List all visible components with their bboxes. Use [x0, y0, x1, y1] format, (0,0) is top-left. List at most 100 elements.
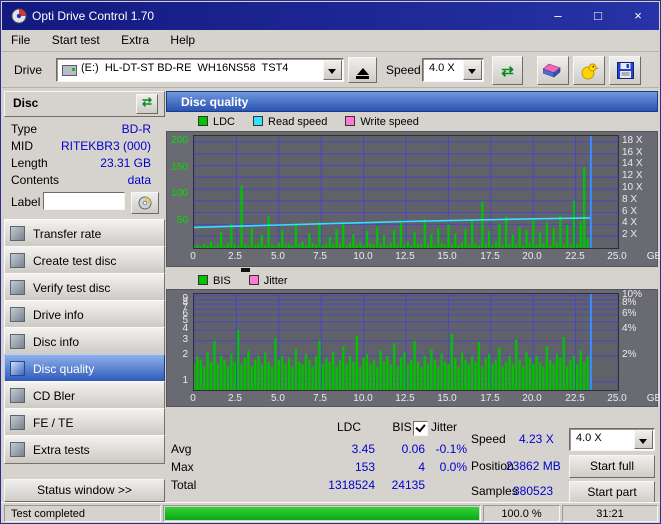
refresh-button[interactable]: ⇄	[492, 56, 523, 85]
stats-column-jitter: Jitter	[431, 420, 458, 434]
avg-jitter-value: -0.1%	[435, 442, 467, 456]
write-label-button[interactable]	[131, 192, 159, 214]
sidebar-item-fe-te[interactable]: FE / TE	[4, 408, 165, 437]
disc-mid-label: MID	[11, 139, 33, 153]
menu-bar: File Start test Extra Help	[2, 30, 659, 52]
sidebar-item-label: Drive info	[33, 307, 84, 322]
max-ldc-value: 153	[354, 460, 375, 474]
avg-ldc-value: 3.45	[351, 442, 375, 456]
label-input[interactable]	[43, 192, 125, 210]
transfer-rate-icon	[10, 226, 25, 241]
sidebar-item-transfer-rate[interactable]: Transfer rate	[4, 219, 165, 248]
jitter-legend-label: Jitter	[263, 275, 288, 287]
progress-fill	[165, 507, 479, 520]
sidebar-item-label: Create test disc	[33, 253, 117, 268]
page-title: Disc quality	[166, 91, 658, 112]
drive-select[interactable]: (E:) HL-DT-ST BD-RE WH16NS58 TST4	[56, 58, 344, 82]
stats-row-avg-label: Avg	[171, 442, 192, 456]
ldc-chart-legend: LDC Read speed Write speed	[166, 114, 658, 130]
close-button[interactable]: ×	[625, 5, 651, 27]
disc-type-label: Type	[11, 122, 38, 136]
total-ldc-value: 1318524	[328, 478, 375, 492]
window-title: Opti Drive Control 1.70	[32, 9, 155, 23]
duck-icon	[581, 63, 599, 79]
disc-refresh-button[interactable]: ⇄	[136, 94, 158, 114]
bis-jitter-chart: 1 2 3 4 5 6 7 8 9 2% 4% 6% 8% 10% 0 2.5 5.0 7.5 10.0 12.5 15…	[166, 289, 660, 407]
pane-splitter-handle[interactable]	[241, 268, 250, 272]
test-speed-select-value: 4.0 X	[576, 432, 602, 444]
speed-select-arrow[interactable]	[463, 60, 482, 80]
progress-bar	[163, 505, 481, 522]
disc-contents-value[interactable]: data	[128, 173, 151, 187]
position-stat-value: 23862 MB	[506, 459, 561, 473]
maximize-button[interactable]: □	[585, 5, 611, 27]
sidebar-item-cd-bler[interactable]: CD Bler	[4, 381, 165, 410]
disc-length-label: Length	[11, 156, 48, 170]
start-full-button[interactable]: Start full	[569, 455, 655, 478]
ldc-chart-plot	[193, 135, 619, 249]
erase-disc-button[interactable]	[537, 56, 569, 85]
duck-tool-button[interactable]	[573, 56, 605, 85]
disc-info-icon	[10, 334, 25, 349]
start-part-button[interactable]: Start part	[569, 481, 655, 504]
menu-file[interactable]: File	[2, 30, 39, 51]
title-bar: Opti Drive Control 1.70 – □ ×	[2, 2, 659, 30]
chevron-down-icon	[328, 69, 336, 78]
save-icon	[616, 62, 634, 79]
menu-extra[interactable]: Extra	[112, 30, 158, 51]
ldc-speed-chart: 50 100 150 200 2 X4 X6 X8 X 10 X 12 X 14 X 16 X1…	[166, 131, 660, 267]
cd-bler-icon	[10, 388, 25, 403]
write-speed-legend-label: Write speed	[360, 116, 419, 128]
menu-help[interactable]: Help	[161, 30, 204, 51]
sidebar-item-verify-test-disc[interactable]: Verify test disc	[4, 273, 165, 302]
save-button[interactable]	[609, 56, 641, 85]
drive-select-arrow[interactable]	[323, 60, 342, 80]
toolbar: Drive (E:) HL-DT-ST BD-RE WH16NS58 TST4 …	[2, 52, 659, 88]
eraser-icon	[543, 63, 561, 78]
check-icon	[415, 421, 426, 433]
sidebar-item-extra-tests[interactable]: Extra tests	[4, 435, 165, 464]
sidebar-item-create-test-disc[interactable]: Create test disc	[4, 246, 165, 275]
disc-mid-value: RITEKBR3 (000)	[60, 139, 151, 153]
chevron-down-icon	[468, 69, 476, 78]
menu-start-test[interactable]: Start test	[43, 30, 109, 51]
sidebar-item-label: FE / TE	[33, 415, 74, 430]
speed-select[interactable]: 4.0 X	[422, 58, 484, 82]
eject-icon	[356, 62, 369, 79]
sidebar-item-label: Disc quality	[33, 361, 95, 376]
speed-stat-label: Speed	[471, 432, 506, 446]
disc-quality-icon	[10, 361, 25, 376]
disc-type-value: BD-R	[121, 122, 151, 136]
status-window-button[interactable]: Status window >>	[4, 479, 165, 502]
status-text: Test completed	[4, 505, 161, 522]
samples-stat-value: 380523	[513, 484, 554, 498]
verify-test-disc-icon	[10, 280, 25, 295]
jitter-legend-swatch	[248, 275, 259, 285]
avg-bis-value: 0.06	[401, 442, 425, 456]
refresh-icon: ⇄	[141, 95, 153, 109]
eject-button[interactable]	[348, 57, 377, 83]
ldc-legend-label: LDC	[213, 116, 236, 128]
sidebar-item-drive-info[interactable]: Drive info	[4, 300, 165, 329]
progress-percent: 100.0 %	[483, 505, 560, 522]
sidebar-item-label: Verify test disc	[33, 280, 111, 295]
status-bar: Test completed 100.0 % 31:21	[1, 502, 660, 523]
app-window: Opti Drive Control 1.70 – □ × File Start…	[0, 0, 661, 524]
ldc-legend-swatch	[198, 116, 208, 126]
sidebar-item-disc-info[interactable]: Disc info	[4, 327, 165, 356]
drive-icon	[62, 65, 77, 76]
sidebar-item-disc-quality[interactable]: Disc quality	[4, 354, 165, 383]
jitter-checkbox[interactable]	[413, 421, 428, 436]
sidebar-item-label: Disc info	[33, 334, 80, 349]
extra-tests-icon	[10, 442, 25, 457]
test-speed-select[interactable]: 4.0 X	[569, 428, 655, 451]
stats-column-ldc: LDC	[336, 420, 361, 434]
test-speed-select-arrow[interactable]	[634, 430, 653, 449]
stats-row-max-label: Max	[171, 460, 194, 474]
minimize-button[interactable]: –	[545, 5, 571, 27]
drive-label: Drive	[14, 63, 43, 77]
total-bis-value: 24135	[391, 478, 425, 492]
app-icon	[11, 8, 27, 24]
sidebar-item-label: Transfer rate	[33, 226, 102, 241]
sidebar-item-label: CD Bler	[33, 388, 76, 403]
